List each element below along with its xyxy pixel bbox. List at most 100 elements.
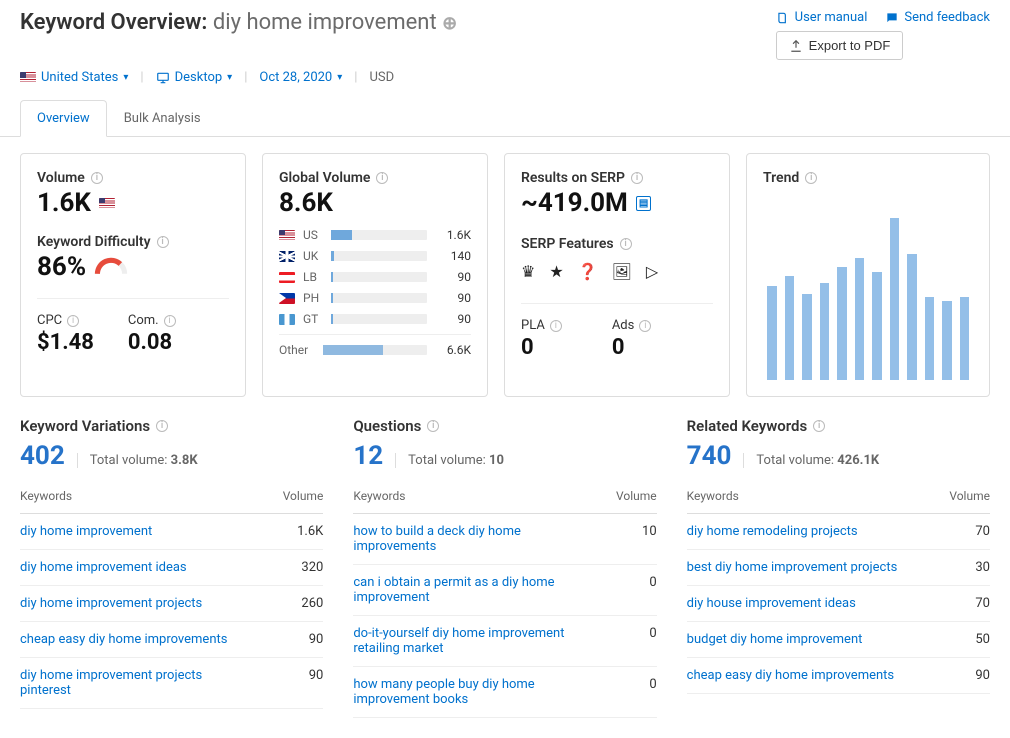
keyword-link[interactable]: diy home remodeling projects bbox=[687, 524, 858, 539]
trend-bar bbox=[837, 267, 847, 380]
table-row: can i obtain a permit as a diy home impr… bbox=[353, 565, 656, 616]
serp-snapshot-icon[interactable]: ▤ bbox=[636, 196, 651, 211]
trend-bar bbox=[907, 254, 917, 380]
cpc-value: $1.48 bbox=[37, 330, 94, 355]
tab-overview[interactable]: Overview bbox=[20, 100, 107, 137]
table-row: diy home improvement1.6K bbox=[20, 514, 323, 550]
keyword-link[interactable]: diy home improvement ideas bbox=[20, 560, 187, 575]
keyword-link[interactable]: best diy home improvement projects bbox=[687, 560, 898, 575]
send-feedback-link[interactable]: Send feedback bbox=[885, 10, 990, 25]
lb-flag-icon bbox=[279, 272, 295, 283]
country-filter[interactable]: United States ▾ bbox=[20, 70, 128, 85]
date-filter[interactable]: Oct 28, 2020 ▾ bbox=[259, 70, 342, 85]
variations-count[interactable]: 402 bbox=[20, 441, 65, 471]
trend-bar bbox=[820, 283, 830, 380]
filters-bar: United States ▾ | Desktop ▾ | Oct 28, 20… bbox=[20, 70, 990, 85]
trend-bar bbox=[802, 294, 812, 380]
keyword-link[interactable]: cheap easy diy home improvements bbox=[687, 668, 894, 683]
keyword-link[interactable]: can i obtain a permit as a diy home impr… bbox=[353, 575, 573, 605]
table-row: cheap easy diy home improvements90 bbox=[687, 658, 990, 694]
trend-bar bbox=[855, 258, 865, 380]
title-prefix: Keyword Overview: bbox=[20, 10, 207, 35]
trend-bar bbox=[872, 272, 882, 380]
us-flag-icon bbox=[99, 198, 115, 209]
info-icon[interactable]: i bbox=[620, 238, 632, 250]
global-volume-value: 8.6K bbox=[279, 188, 471, 218]
pla-value: 0 bbox=[521, 335, 562, 360]
us-flag-icon bbox=[20, 72, 36, 83]
ph-flag-icon bbox=[279, 293, 295, 304]
keyword-link[interactable]: budget diy home improvement bbox=[687, 632, 863, 647]
info-icon[interactable]: i bbox=[813, 420, 825, 432]
table-row: diy house improvement ideas70 bbox=[687, 586, 990, 622]
keyword-link[interactable]: do-it-yourself diy home improvement reta… bbox=[353, 626, 573, 656]
info-icon[interactable]: i bbox=[67, 315, 79, 327]
info-icon[interactable]: i bbox=[805, 172, 817, 184]
currency-label: USD bbox=[369, 70, 394, 85]
video-icon: ▷ bbox=[646, 262, 658, 281]
questions-section: Questionsi 12 Total volume: 10 KeywordsV… bbox=[353, 417, 656, 718]
serp-card: Results on SERPi ~419.0M▤ SERP Featuresi… bbox=[504, 153, 730, 397]
trend-chart bbox=[763, 200, 973, 380]
gt-flag-icon bbox=[279, 314, 295, 325]
tabs: Overview Bulk Analysis bbox=[0, 99, 1010, 137]
keyword-variations-section: Keyword Variationsi 402 Total volume: 3.… bbox=[20, 417, 323, 718]
table-row: how many people buy diy home improvement… bbox=[353, 667, 656, 718]
add-keyword-button[interactable]: ⊕ bbox=[442, 13, 457, 34]
keyword-link[interactable]: diy home improvement projects bbox=[20, 596, 202, 611]
trend-bar bbox=[785, 276, 795, 380]
info-icon[interactable]: i bbox=[550, 320, 562, 332]
table-row: best diy home improvement projects30 bbox=[687, 550, 990, 586]
chevron-down-icon: ▾ bbox=[123, 72, 128, 83]
chat-icon bbox=[885, 11, 899, 25]
info-icon[interactable]: i bbox=[631, 172, 643, 184]
questions-count[interactable]: 12 bbox=[353, 441, 383, 471]
keyword-link[interactable]: diy home improvement bbox=[20, 524, 152, 539]
trend-bar bbox=[767, 286, 777, 380]
info-icon[interactable]: i bbox=[164, 315, 176, 327]
related-count[interactable]: 740 bbox=[687, 441, 732, 471]
table-row: do-it-yourself diy home improvement reta… bbox=[353, 616, 656, 667]
desktop-icon bbox=[156, 71, 170, 85]
info-icon[interactable]: i bbox=[91, 172, 103, 184]
com-value: 0.08 bbox=[128, 330, 176, 355]
tab-bulk-analysis[interactable]: Bulk Analysis bbox=[107, 100, 218, 137]
gauge-icon bbox=[94, 257, 128, 277]
gv-row: GT90 bbox=[279, 312, 471, 326]
gv-row: LB90 bbox=[279, 270, 471, 284]
trend-bar bbox=[890, 218, 900, 380]
keyword-link[interactable]: how to build a deck diy home improvement… bbox=[353, 524, 573, 554]
chevron-down-icon: ▾ bbox=[337, 72, 342, 83]
info-icon[interactable]: i bbox=[156, 420, 168, 432]
keyword-link[interactable]: diy house improvement ideas bbox=[687, 596, 856, 611]
global-volume-card: Global Volumei 8.6K US1.6KUK140LB90PH90G… bbox=[262, 153, 488, 397]
kd-value: 86% bbox=[37, 252, 86, 282]
info-icon[interactable]: i bbox=[157, 236, 169, 248]
keyword-link[interactable]: how many people buy diy home improvement… bbox=[353, 677, 573, 707]
trend-bar bbox=[925, 297, 935, 380]
volume-value: 1.6K bbox=[37, 188, 91, 218]
info-icon[interactable]: i bbox=[639, 320, 651, 332]
uk-flag-icon bbox=[279, 251, 295, 262]
chevron-down-icon: ▾ bbox=[227, 72, 232, 83]
user-manual-link[interactable]: User manual bbox=[776, 10, 868, 25]
info-icon[interactable]: i bbox=[376, 172, 388, 184]
title-keyword: diy home improvement bbox=[213, 10, 437, 35]
device-filter[interactable]: Desktop ▾ bbox=[156, 70, 233, 85]
related-keywords-section: Related Keywordsi 740 Total volume: 426.… bbox=[687, 417, 990, 718]
crown-icon: ♛ bbox=[521, 262, 535, 281]
serp-results-value: ~419.0M bbox=[521, 188, 628, 218]
trend-bar bbox=[960, 297, 970, 380]
table-row: cheap easy diy home improvements90 bbox=[20, 622, 323, 658]
table-row: budget diy home improvement50 bbox=[687, 622, 990, 658]
book-icon bbox=[776, 11, 790, 25]
trend-card: Trendi bbox=[746, 153, 990, 397]
volume-card: Volumei 1.6K Keyword Difficultyi 86% CPC… bbox=[20, 153, 246, 397]
faq-icon: ❓ bbox=[578, 262, 598, 281]
keyword-link[interactable]: diy home improvement projects pinterest bbox=[20, 668, 240, 698]
us-flag-icon bbox=[279, 230, 295, 241]
export-pdf-button[interactable]: Export to PDF bbox=[776, 31, 904, 60]
table-row: diy home remodeling projects70 bbox=[687, 514, 990, 550]
keyword-link[interactable]: cheap easy diy home improvements bbox=[20, 632, 227, 647]
info-icon[interactable]: i bbox=[427, 420, 439, 432]
